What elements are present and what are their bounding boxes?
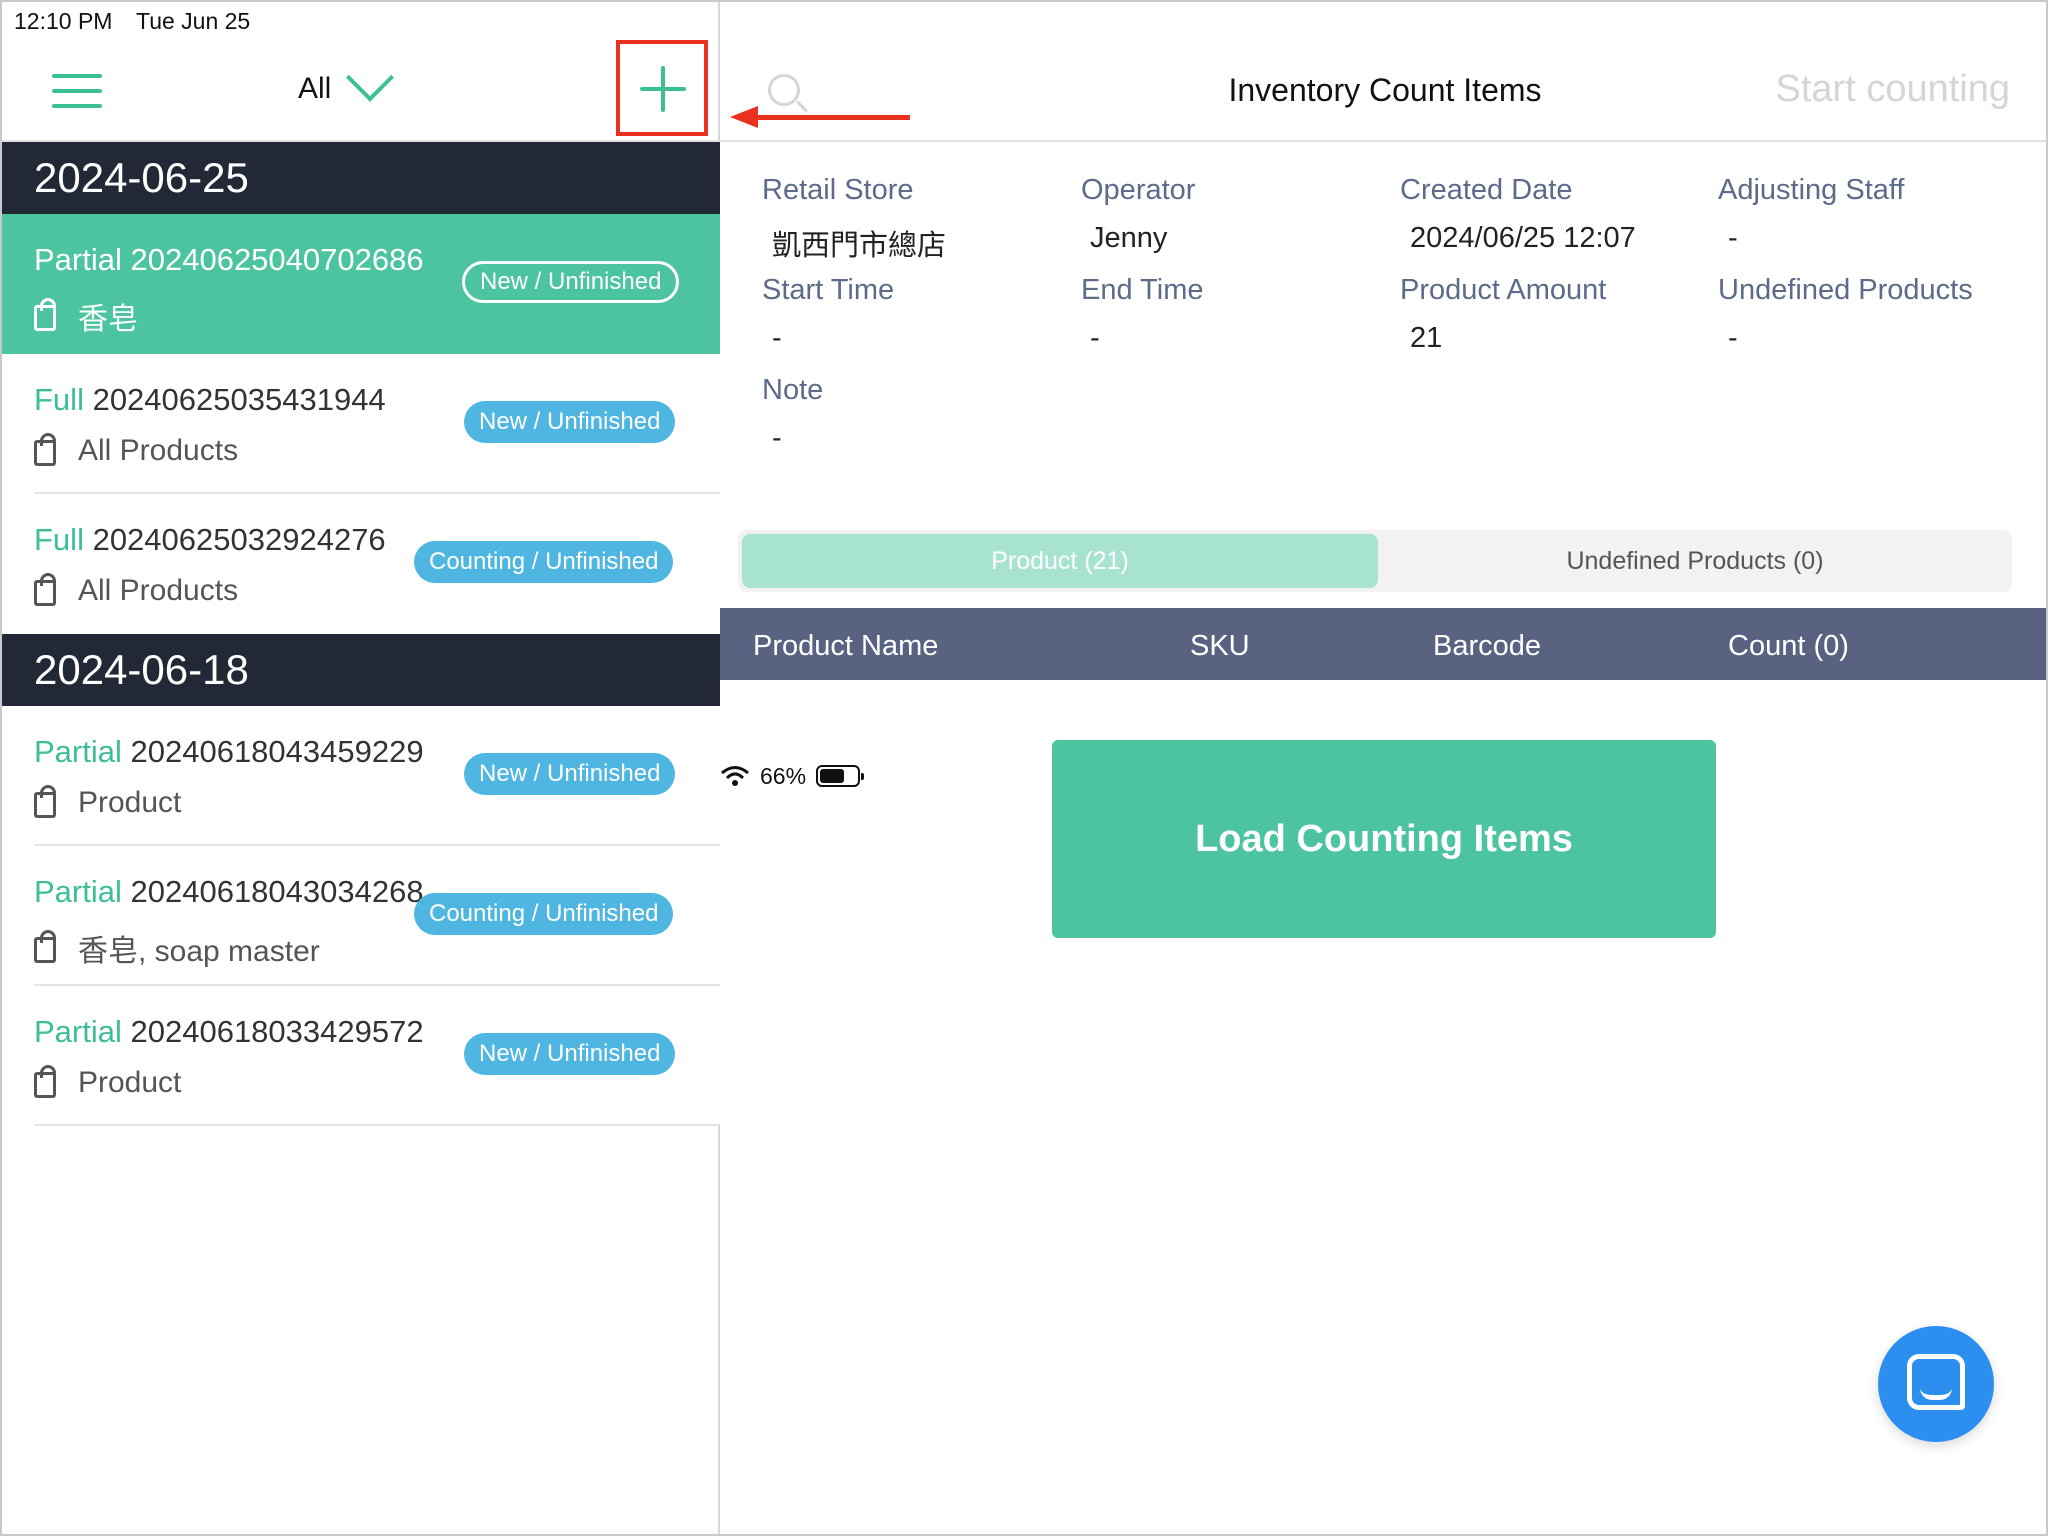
- start-counting-button[interactable]: Start counting: [1776, 68, 2010, 111]
- item-products: Product: [78, 786, 182, 819]
- end-time-label: End Time: [1081, 274, 1204, 306]
- retail-store-label: Retail Store: [762, 174, 914, 206]
- chat-button[interactable]: [1878, 1326, 1994, 1442]
- status-badge: New / Unfinished: [464, 753, 676, 795]
- item-products-row: All Products: [34, 433, 239, 468]
- item-products-row: Product: [34, 1065, 182, 1100]
- product-amount-value: 21: [1410, 322, 1443, 354]
- product-table-header: Product Name SKU Barcode Count (0): [720, 608, 2046, 680]
- item-type: Full: [34, 382, 84, 417]
- item-products: 香皂, soap master: [78, 935, 320, 968]
- created-date-label: Created Date: [1400, 174, 1573, 206]
- filter-label: All: [298, 72, 332, 105]
- operator-label: Operator: [1081, 174, 1196, 206]
- note-label: Note: [762, 374, 824, 406]
- status-badge: New / Unfinished: [464, 401, 676, 443]
- item-title: Full 20240625035431944: [34, 382, 386, 418]
- item-code: 20240618043459229: [130, 734, 424, 769]
- date-header: 2024-06-25: [2, 142, 720, 214]
- status-badge: Counting / Unfinished: [414, 893, 674, 935]
- list-item[interactable]: Full 20240625032924276 All Products Coun…: [2, 494, 720, 634]
- chat-bubble-icon: [1907, 1354, 1965, 1410]
- adjusting-staff-label: Adjusting Staff: [1718, 174, 1905, 206]
- tab-product[interactable]: Product (21): [742, 534, 1378, 588]
- list-item[interactable]: Partial 20240618043459229 Product New / …: [2, 706, 720, 846]
- item-title: Partial 20240625040702686: [34, 242, 424, 278]
- item-code: 20240625032924276: [92, 522, 386, 557]
- retail-store-value: 凱西門市總店: [772, 230, 947, 262]
- shopping-bag-icon: [34, 573, 56, 606]
- undefined-products-label: Undefined Products: [1718, 274, 1973, 306]
- column-count: Count (0): [1728, 630, 1849, 662]
- tab-undefined-products[interactable]: Undefined Products (0): [1382, 534, 2008, 588]
- detail-header: Inventory Count Items Start counting: [720, 42, 2046, 142]
- status-badge: New / Unfinished: [462, 261, 680, 303]
- product-tabs: Product (21) Undefined Products (0): [738, 530, 2012, 592]
- item-products: All Products: [78, 574, 239, 607]
- list-item[interactable]: Partial 20240618033429572 Product New / …: [2, 986, 720, 1126]
- inventory-list-panel: All 2024-06-25 Partial 20240625040702686…: [2, 2, 720, 1534]
- inventory-detail-panel: Inventory Count Items Start counting Ret…: [720, 2, 2046, 1534]
- operator-value: Jenny: [1090, 222, 1168, 254]
- adjusting-staff-value: -: [1728, 222, 1738, 254]
- item-products-row: 香皂, soap master: [34, 926, 320, 970]
- item-title: Partial 20240618043459229: [34, 734, 424, 770]
- chevron-down-icon: [346, 53, 395, 102]
- shopping-bag-icon: [34, 433, 56, 466]
- column-barcode: Barcode: [1433, 630, 1542, 662]
- column-sku: SKU: [1190, 630, 1250, 662]
- item-type: Partial: [34, 874, 122, 909]
- list-item[interactable]: Partial 20240618043034268 香皂, soap maste…: [2, 846, 720, 986]
- item-products-row: 香皂: [34, 294, 138, 338]
- row-divider: [34, 1124, 720, 1126]
- menu-icon[interactable]: [52, 74, 102, 108]
- item-type: Partial: [34, 734, 122, 769]
- item-code: 20240618033429572: [130, 1014, 424, 1049]
- start-time-label: Start Time: [762, 274, 895, 306]
- shopping-bag-icon: [34, 1065, 56, 1098]
- list-header: All: [2, 40, 720, 142]
- item-code: 20240618043034268: [130, 874, 424, 909]
- item-products: Product: [78, 1066, 182, 1099]
- column-product-name: Product Name: [753, 630, 939, 662]
- shopping-bag-icon: [34, 298, 56, 331]
- arrow-shaft: [754, 115, 910, 120]
- date-header: 2024-06-18: [2, 634, 720, 706]
- end-time-value: -: [1090, 322, 1100, 354]
- item-title: Partial 20240618043034268: [34, 874, 424, 910]
- start-time-value: -: [772, 322, 782, 354]
- filter-dropdown[interactable]: All: [298, 53, 395, 106]
- item-title: Full 20240625032924276: [34, 522, 386, 558]
- item-code: 20240625040702686: [130, 242, 424, 277]
- item-type: Partial: [34, 1014, 122, 1049]
- item-products: All Products: [78, 434, 239, 467]
- item-type: Full: [34, 522, 84, 557]
- item-products-row: Product: [34, 785, 182, 820]
- list-item[interactable]: Full 20240625035431944 All Products New …: [2, 354, 720, 494]
- list-item[interactable]: Partial 20240625040702686 香皂 New / Unfin…: [2, 214, 720, 354]
- plus-icon[interactable]: [640, 66, 686, 112]
- status-badge: Counting / Unfinished: [414, 541, 674, 583]
- add-count-highlight: [616, 40, 708, 136]
- item-products-row: All Products: [34, 573, 239, 608]
- annotation-arrow: [730, 106, 910, 128]
- note-value: -: [772, 422, 782, 454]
- shopping-bag-icon: [34, 930, 56, 963]
- created-date-value: 2024/06/25 12:07: [1410, 222, 1636, 254]
- load-counting-items-button[interactable]: Load Counting Items: [1052, 740, 1716, 938]
- undefined-products-value: -: [1728, 322, 1738, 354]
- item-title: Partial 20240618033429572: [34, 1014, 424, 1050]
- item-type: Partial: [34, 242, 122, 277]
- item-products: 香皂: [78, 303, 138, 336]
- product-amount-label: Product Amount: [1400, 274, 1607, 306]
- item-code: 20240625035431944: [92, 382, 386, 417]
- app-window: 12:10 PM Tue Jun 25 66% All 2024-06-25 P…: [0, 0, 2048, 1536]
- status-badge: New / Unfinished: [464, 1033, 676, 1075]
- shopping-bag-icon: [34, 785, 56, 818]
